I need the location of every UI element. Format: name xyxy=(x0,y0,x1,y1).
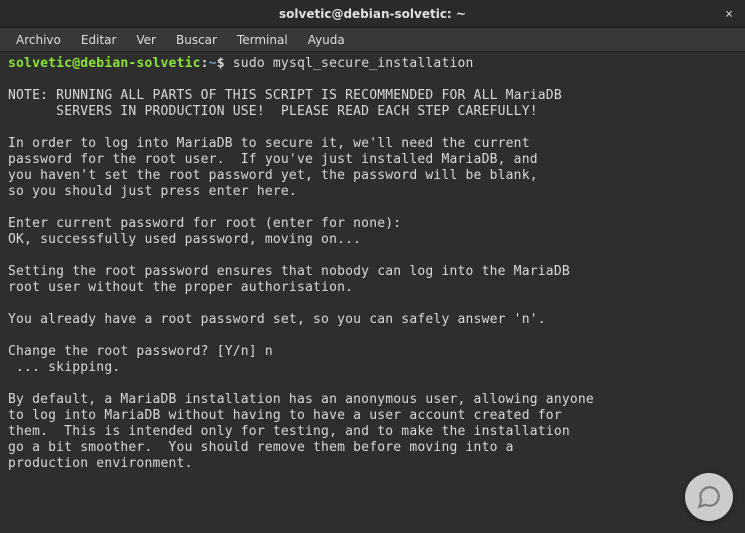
output-line xyxy=(8,120,737,136)
output-line: Enter current password for root (enter f… xyxy=(8,216,737,232)
output-line: In order to log into MariaDB to secure i… xyxy=(8,136,737,152)
output-line xyxy=(8,248,737,264)
output-line xyxy=(8,200,737,216)
prompt-sep2: $ xyxy=(217,56,225,71)
command: sudo mysql_secure_installation xyxy=(233,56,474,71)
menubar: Archivo Editar Ver Buscar Terminal Ayuda xyxy=(0,28,745,52)
output-line: you haven't set the root password yet, t… xyxy=(8,168,737,184)
output-line: to log into MariaDB without having to ha… xyxy=(8,408,737,424)
menu-buscar[interactable]: Buscar xyxy=(166,30,227,50)
prompt-line: solvetic@debian-solvetic:~$ sudo mysql_s… xyxy=(8,56,737,72)
menu-editar[interactable]: Editar xyxy=(71,30,127,50)
output-line: password for the root user. If you've ju… xyxy=(8,152,737,168)
output-line: You already have a root password set, so… xyxy=(8,312,737,328)
close-icon[interactable]: × xyxy=(721,6,737,22)
output-line: production environment. xyxy=(8,456,737,472)
output-line: go a bit smoother. You should remove the… xyxy=(8,440,737,456)
terminal-content[interactable]: solvetic@debian-solvetic:~$ sudo mysql_s… xyxy=(0,52,745,476)
menu-terminal[interactable]: Terminal xyxy=(227,30,298,50)
output-line xyxy=(8,296,737,312)
output-line xyxy=(8,376,737,392)
output-line xyxy=(8,328,737,344)
output-line xyxy=(8,72,737,88)
output-line: so you should just press enter here. xyxy=(8,184,737,200)
menu-archivo[interactable]: Archivo xyxy=(6,30,71,50)
window-title: solvetic@debian-solvetic: ~ xyxy=(279,7,466,21)
output-line: By default, a MariaDB installation has a… xyxy=(8,392,737,408)
prompt-sep1: : xyxy=(201,56,209,71)
output-line: NOTE: RUNNING ALL PARTS OF THIS SCRIPT I… xyxy=(8,88,737,104)
output-line: root user without the proper authorisati… xyxy=(8,280,737,296)
output-line: them. This is intended only for testing,… xyxy=(8,424,737,440)
prompt-user-host: solvetic@debian-solvetic xyxy=(8,56,201,71)
prompt-path: ~ xyxy=(209,56,217,71)
output-line: Setting the root password ensures that n… xyxy=(8,264,737,280)
output-line: SERVERS IN PRODUCTION USE! PLEASE READ E… xyxy=(8,104,737,120)
titlebar: solvetic@debian-solvetic: ~ × xyxy=(0,0,745,28)
chat-bubble-icon[interactable] xyxy=(685,473,733,521)
output-line: OK, successfully used password, moving o… xyxy=(8,232,737,248)
menu-ayuda[interactable]: Ayuda xyxy=(298,30,355,50)
output-line: Change the root password? [Y/n] n xyxy=(8,344,737,360)
menu-ver[interactable]: Ver xyxy=(126,30,166,50)
output-line: ... skipping. xyxy=(8,360,737,376)
